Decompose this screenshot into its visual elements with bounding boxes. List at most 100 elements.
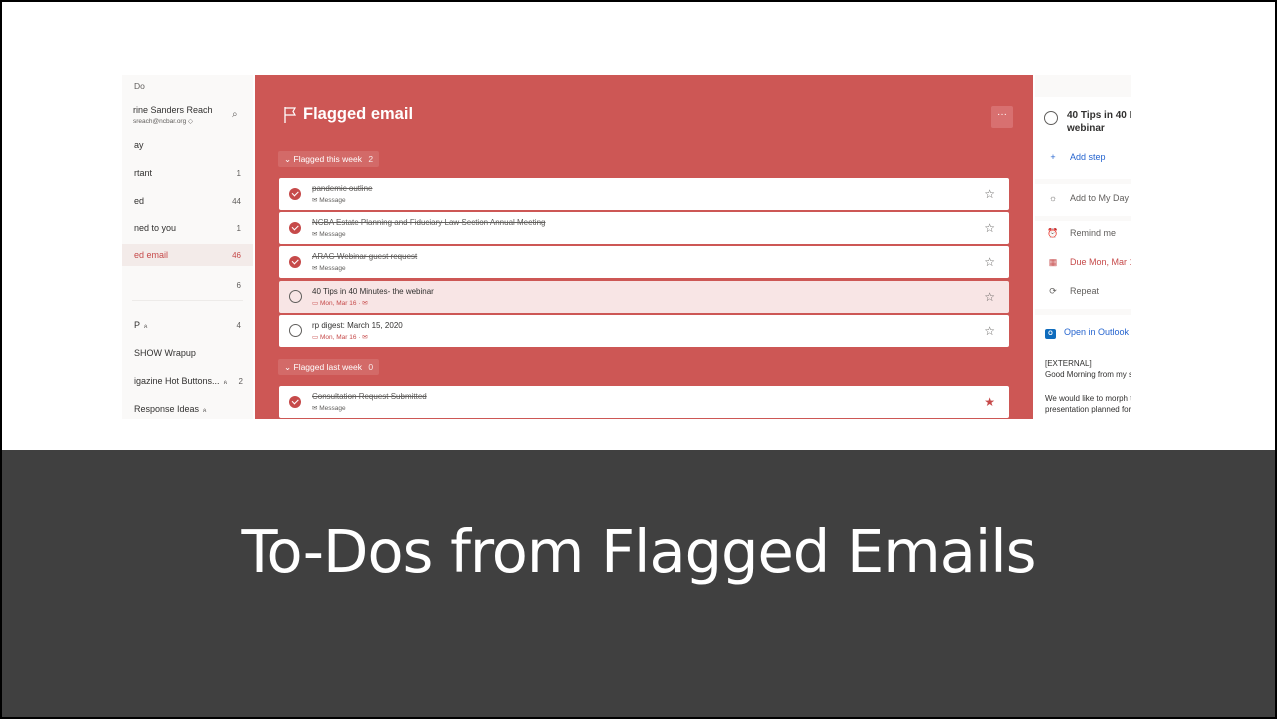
sidebar-item-count: 46	[232, 250, 241, 260]
task-meta: ▭ Mon, Mar 16 · ✉	[312, 334, 368, 341]
task-source: Message	[319, 265, 346, 272]
star-icon[interactable]: ☆	[984, 221, 995, 235]
page-title: Flagged email	[303, 105, 414, 123]
completed-check-icon[interactable]	[289, 256, 301, 268]
task-row[interactable]: rp digest: March 15, 2020 ▭ Mon, Mar 16 …	[279, 315, 1009, 347]
sidebar-item-label-wrap: Pጰ	[134, 320, 148, 331]
group-header-this-week[interactable]: ⌄ Flagged this week 2	[278, 151, 380, 167]
sun-icon: ☼	[1048, 193, 1058, 203]
sidebar-item-label: ed email	[134, 250, 169, 260]
plus-icon: +	[1050, 152, 1056, 162]
sidebar-item-list[interactable]: Pጰ 4	[122, 314, 253, 336]
task-row[interactable]: NCBA Estate Planning and Fiduciary Law S…	[279, 212, 1009, 244]
main-pane: Flagged email ··· ⌄ Flagged this week 2 …	[255, 75, 1033, 419]
detail-title[interactable]: 40 Tips in 40 Minu webinar	[1067, 109, 1131, 135]
due-date-button[interactable]: ▦ Due Mon, Mar 16	[1045, 257, 1131, 268]
search-icon[interactable]: ⌕	[232, 109, 238, 120]
calendar-icon: ▦	[1048, 257, 1058, 267]
add-step-button[interactable]: + Add step	[1045, 152, 1105, 162]
task-row-selected[interactable]: 40 Tips in 40 Minutes- the webinar ▭ Mon…	[279, 281, 1009, 313]
task-meta: ✉ Message	[312, 264, 346, 272]
remind-me-button[interactable]: ⏰ Remind me	[1045, 228, 1116, 239]
task-title: NCBA Estate Planning and Fiduciary Law S…	[312, 218, 546, 227]
add-to-my-day-button[interactable]: ☼ Add to My Day	[1045, 193, 1129, 203]
completed-check-icon[interactable]	[289, 222, 301, 234]
mail-icon: ✉	[312, 197, 318, 204]
flag-icon	[284, 107, 297, 123]
star-icon[interactable]: ☆	[984, 187, 995, 201]
sidebar-item-label-wrap: Response Ideas ጰ	[134, 404, 207, 415]
alarm-icon: ⏰	[1047, 228, 1059, 238]
user-email: sreach@ncbar.org ◇	[133, 118, 194, 125]
note-text: [EXTERNAL]	[1045, 359, 1092, 368]
task-source: Message	[319, 231, 346, 238]
task-title: rp digest: March 15, 2020	[312, 321, 403, 330]
task-row[interactable]: ARAG Webinar guest request ✉ Message ☆	[279, 246, 1009, 278]
sidebar-item-planned[interactable]: ed 44	[122, 190, 253, 212]
sidebar-item-count: 1	[236, 168, 241, 178]
sidebar-item-label: rtant	[134, 168, 153, 178]
user-name[interactable]: rine Sanders Reach	[133, 105, 213, 115]
calendar-icon: ▭	[312, 300, 319, 307]
sidebar-item-important[interactable]: rtant 1	[122, 162, 253, 184]
group-count: 0	[368, 362, 374, 372]
group-label: Flagged last week	[293, 362, 363, 372]
shared-icon: ጰ	[223, 379, 228, 386]
slide: Do rine Sanders Reach sreach@ncbar.org ◇…	[2, 2, 1275, 717]
incomplete-circle-icon[interactable]	[1044, 111, 1058, 125]
sidebar-item-list[interactable]: Response Ideas ጰ	[122, 398, 253, 419]
sidebar-item-label: ned to you	[134, 223, 177, 233]
task-title: ARAG Webinar guest request	[312, 252, 418, 261]
star-icon[interactable]: ☆	[984, 255, 995, 269]
repeat-button[interactable]: ⟳ Repeat	[1045, 286, 1099, 297]
completed-check-icon[interactable]	[289, 188, 301, 200]
sidebar-item-label-wrap: igazine Hot Buttons... ጰ	[134, 376, 227, 387]
due-date-label: Due Mon, Mar 16	[1070, 257, 1131, 267]
star-icon[interactable]: ☆	[984, 324, 995, 338]
open-in-outlook-link[interactable]: OOpen in Outlook ›	[1045, 327, 1131, 339]
task-meta: ✉ Message	[312, 196, 346, 204]
sidebar-item-count: 44	[232, 196, 241, 206]
task-meta: ✉ Message	[312, 230, 346, 238]
sidebar-item-list[interactable]: igazine Hot Buttons... ጰ 2	[122, 370, 253, 392]
incomplete-circle-icon[interactable]	[289, 290, 302, 303]
sidebar-divider	[132, 300, 243, 301]
sidebar-item-label: SHOW Wrapup	[134, 348, 196, 358]
sidebar-item-label: P	[134, 319, 141, 330]
remind-me-label: Remind me	[1070, 228, 1117, 238]
app-name: Do	[134, 81, 145, 91]
mail-icon: ✉	[312, 405, 318, 412]
sidebar-item-label: igazine Hot Buttons...	[134, 375, 220, 386]
task-detail-pane: 40 Tips in 40 Minu webinar + Add step ☼ Add…	[1035, 75, 1131, 419]
note-text: presentation planned for the	[1045, 405, 1131, 414]
sidebar-item-count: 1	[236, 223, 241, 233]
task-meta: ▭ Mon, Mar 16 · ✉	[312, 300, 368, 307]
mail-icon: ✉	[312, 231, 318, 238]
sidebar-item-label: ed	[134, 196, 145, 206]
sidebar-item-flagged-email[interactable]: ed email 46	[122, 244, 253, 266]
star-filled-icon[interactable]: ★	[984, 395, 995, 409]
sidebar-item-tasks[interactable]: 6	[122, 274, 253, 296]
completed-check-icon[interactable]	[289, 396, 301, 408]
mail-icon: ✉	[362, 300, 368, 307]
sidebar-item-assigned[interactable]: ned to you 1	[122, 217, 253, 239]
more-options-button[interactable]: ···	[991, 106, 1013, 128]
chevron-down-icon: ⌄	[284, 362, 292, 372]
open-in-outlook-label: Open in Outlook	[1064, 327, 1130, 337]
task-row[interactable]: pandemic outline ✉ Message ☆	[279, 178, 1009, 210]
repeat-icon: ⟳	[1049, 286, 1057, 296]
sidebar-item-my-day[interactable]: ay	[122, 134, 253, 156]
task-row[interactable]: Consultation Request Submitted ✉ Message…	[279, 386, 1009, 418]
sidebar-item-label: Response Ideas	[134, 403, 200, 414]
incomplete-circle-icon[interactable]	[289, 324, 302, 337]
slide-caption: To-Dos from Flagged Emails	[241, 517, 1037, 586]
sidebar-item-label: ay	[134, 140, 144, 150]
sidebar-item-list[interactable]: SHOW Wrapup	[122, 342, 253, 364]
star-icon[interactable]: ☆	[984, 290, 995, 304]
task-due-date: Mon, Mar 16	[319, 334, 357, 341]
group-label: Flagged this week	[293, 154, 363, 164]
shared-icon: ጰ	[203, 407, 207, 414]
group-header-last-week[interactable]: ⌄ Flagged last week 0	[278, 359, 380, 375]
todo-app-screenshot: Do rine Sanders Reach sreach@ncbar.org ◇…	[122, 75, 1131, 419]
detail-title-line: webinar	[1067, 123, 1105, 134]
